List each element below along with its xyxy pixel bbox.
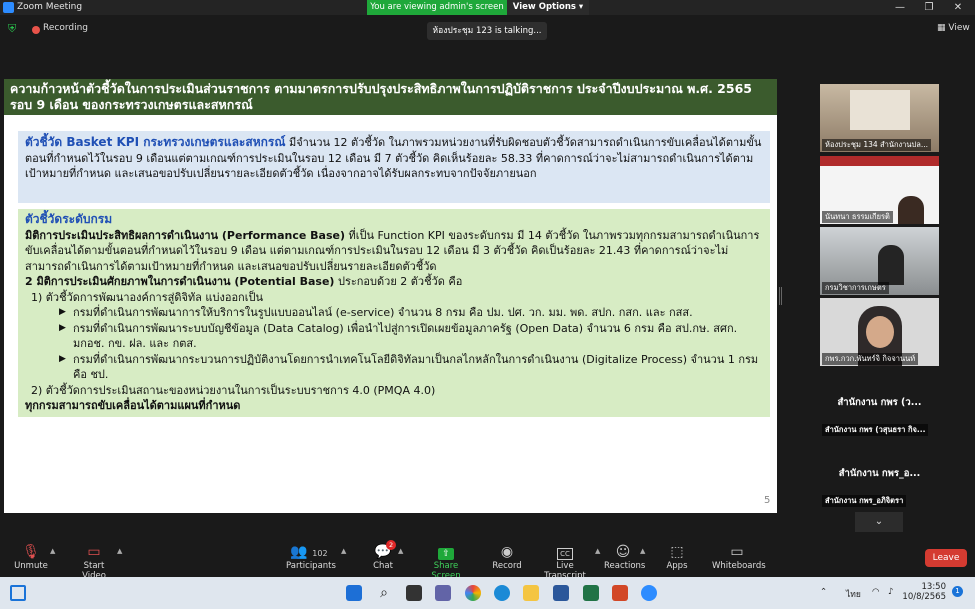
chevron-up-icon[interactable]: ⌃ bbox=[820, 587, 827, 597]
grid-icon: ▦ bbox=[937, 23, 949, 33]
notification-badge[interactable]: 1 bbox=[952, 586, 963, 597]
talking-indicator: ห้องประชุม 123 is talking... bbox=[427, 22, 547, 40]
chevron-up-icon[interactable]: ▲ bbox=[595, 547, 600, 555]
reactions-button[interactable]: ☺ Reactions bbox=[604, 543, 645, 571]
speaker-icon[interactable]: ♪ bbox=[888, 587, 893, 597]
participant-tile[interactable]: นันทนา ธรรมเกียรติ bbox=[820, 156, 939, 224]
window-title: Zoom Meeting bbox=[17, 2, 83, 12]
basket-kpi-title: ตัวชี้วัด Basket KPI กระทรวงเกษตรและสหกร… bbox=[25, 135, 286, 149]
department-kpi-title: ตัวชี้วัดระดับกรม bbox=[25, 212, 113, 226]
participant-tile[interactable]: ห้องประชุม 134 สำนักงานปล... bbox=[820, 84, 939, 152]
unmute-button[interactable]: 🎙 Unmute bbox=[14, 543, 48, 571]
panel-resize-handle[interactable] bbox=[779, 287, 782, 305]
closing-statement: ทุกกรมสามารถขับเคลื่อนได้ตามแผนที่กำหนด bbox=[25, 399, 241, 412]
teams-icon[interactable] bbox=[435, 585, 451, 601]
scroll-down-button[interactable]: ⌄ bbox=[855, 512, 903, 532]
edge-icon[interactable] bbox=[494, 585, 510, 601]
chevron-up-icon[interactable]: ▲ bbox=[341, 547, 346, 555]
bullet-arrow-icon: ▶ bbox=[59, 307, 66, 317]
shared-slide: ความก้าวหน้าตัวชี้วัดในการประเมินส่วนราช… bbox=[4, 79, 777, 513]
bullet-arrow-icon: ▶ bbox=[59, 322, 66, 333]
title-bar: Zoom Meeting You are viewing admin's scr… bbox=[0, 0, 975, 15]
share-screen-button[interactable]: ⇧ Share Screen bbox=[420, 543, 472, 581]
security-shield-icon[interactable]: ⛨ bbox=[8, 23, 19, 35]
bullet-data-catalog: ▶ กรมที่ดำเนินการพัฒนาระบบบัญชีข้อมูล (Da… bbox=[59, 321, 738, 351]
start-icon[interactable] bbox=[346, 585, 362, 601]
performance-base-text: มิติการประเมินประสิทธิผลการดำเนินงาน (Pe… bbox=[25, 228, 760, 273]
apps-button[interactable]: ⬚ Apps bbox=[664, 543, 690, 571]
wifi-icon[interactable]: ◠ bbox=[872, 587, 879, 597]
smiley-icon: ☺ bbox=[615, 544, 631, 560]
excel-icon[interactable] bbox=[583, 585, 599, 601]
leave-button[interactable]: Leave bbox=[925, 549, 967, 567]
recording-icon bbox=[32, 26, 40, 34]
search-icon[interactable]: ⌕ bbox=[376, 585, 392, 601]
recording-label: Recording bbox=[43, 23, 89, 33]
participant-tile[interactable]: กรมวิชาการเกษตร bbox=[820, 227, 939, 295]
maximize-icon[interactable]: ❐ bbox=[914, 0, 944, 15]
chevron-up-icon[interactable]: ▲ bbox=[117, 547, 122, 555]
language-indicator[interactable]: ไทย bbox=[846, 587, 861, 601]
chrome-icon[interactable] bbox=[465, 585, 481, 601]
chat-badge: 2 bbox=[386, 540, 397, 550]
share-screen-icon: ⇧ bbox=[438, 548, 454, 560]
participant-tile[interactable]: กพร.กวก.พันทร์จิ กิจจานนท์ bbox=[820, 298, 939, 366]
slide-page-number: 5 bbox=[764, 495, 771, 506]
chat-button[interactable]: 💬 2 Chat bbox=[370, 540, 397, 571]
basket-kpi-box: ตัวชี้วัด Basket KPI กระทรวงเกษตรและสหกร… bbox=[18, 131, 770, 203]
start-video-button[interactable]: ▭ Start Video bbox=[72, 543, 116, 581]
chevron-up-icon[interactable]: ▲ bbox=[640, 547, 645, 555]
meeting-toolbar: 🎙 Unmute ▲ ▭ Start Video ▲ 👥 102 Partici… bbox=[0, 535, 975, 581]
participant-tile[interactable]: สำนักงาน กพร_อ... สำนักงาน กพร_อภิจิตรา bbox=[820, 440, 939, 508]
chevron-up-icon[interactable]: ▲ bbox=[398, 547, 403, 555]
chevron-up-icon[interactable]: ▲ bbox=[50, 547, 55, 555]
task-view-icon[interactable] bbox=[10, 585, 26, 601]
powerpoint-icon[interactable] bbox=[612, 585, 628, 601]
view-button[interactable]: ▦ View bbox=[937, 23, 970, 33]
chevron-down-icon: ⌄ bbox=[874, 516, 884, 527]
video-off-icon: ▭ bbox=[87, 544, 101, 560]
zoom-taskbar-icon[interactable] bbox=[641, 585, 657, 601]
record-button[interactable]: ◉ Record bbox=[492, 543, 522, 571]
task-switcher-icon[interactable] bbox=[406, 585, 422, 601]
potential-base-text: 2 มิติการประเมินศักยภาพในการดำเนินงาน (P… bbox=[25, 275, 463, 288]
bullet-arrow-icon: ▶ bbox=[59, 353, 66, 364]
clock[interactable]: 13:50 10/8/2565 bbox=[902, 582, 946, 602]
participants-button[interactable]: 👥 102 Participants bbox=[286, 543, 336, 571]
viewing-banner: You are viewing admin's screen bbox=[367, 0, 507, 15]
participant-tile[interactable]: สำนักงาน กพร (ว... สำนักงาน กพร (วสุนธรา… bbox=[820, 369, 939, 437]
record-icon: ◉ bbox=[500, 544, 514, 560]
bullet-digitalize: ▶ กรมที่ดำเนินการพัฒนากระบวนการปฏิบัติงาน… bbox=[59, 352, 759, 382]
word-icon[interactable] bbox=[553, 585, 569, 601]
department-kpi-box: ตัวชี้วัดระดับกรม มิติการประเมินประสิทธิ… bbox=[18, 209, 770, 417]
view-options-button[interactable]: View Options ▾ bbox=[507, 0, 589, 15]
whiteboard-icon: ▭ bbox=[730, 544, 744, 560]
zoom-app-icon bbox=[3, 2, 14, 13]
folder-icon[interactable] bbox=[523, 585, 539, 601]
cc-icon: CC bbox=[557, 548, 573, 560]
whiteboards-button[interactable]: ▭ Whiteboards bbox=[712, 543, 766, 571]
microphone-muted-icon: 🎙 bbox=[22, 544, 40, 560]
kpi-item-2: 2) ตัวชี้วัดการประเมินสถานะของหน่วยงานใน… bbox=[31, 383, 436, 397]
apps-icon: ⬚ bbox=[670, 544, 684, 560]
live-transcript-button[interactable]: CC Live Transcript bbox=[537, 543, 593, 581]
close-icon[interactable]: ✕ bbox=[943, 0, 973, 15]
kpi-item-1: 1) ตัวชี้วัดการพัฒนาองค์การสู่ดิจิทัล แบ… bbox=[31, 290, 263, 304]
minimize-icon[interactable]: — bbox=[885, 0, 915, 15]
slide-title: ความก้าวหน้าตัวชี้วัดในการประเมินส่วนราช… bbox=[4, 79, 777, 115]
participants-icon: 👥 bbox=[290, 544, 308, 560]
windows-taskbar: ⌕ ⌃ ไทย ◠ ♪ 13:50 10/8/2565 1 bbox=[0, 577, 975, 609]
bullet-eservice: ▶ กรมที่ดำเนินการพัฒนาการให้บริการในรูปแบ… bbox=[59, 306, 693, 319]
